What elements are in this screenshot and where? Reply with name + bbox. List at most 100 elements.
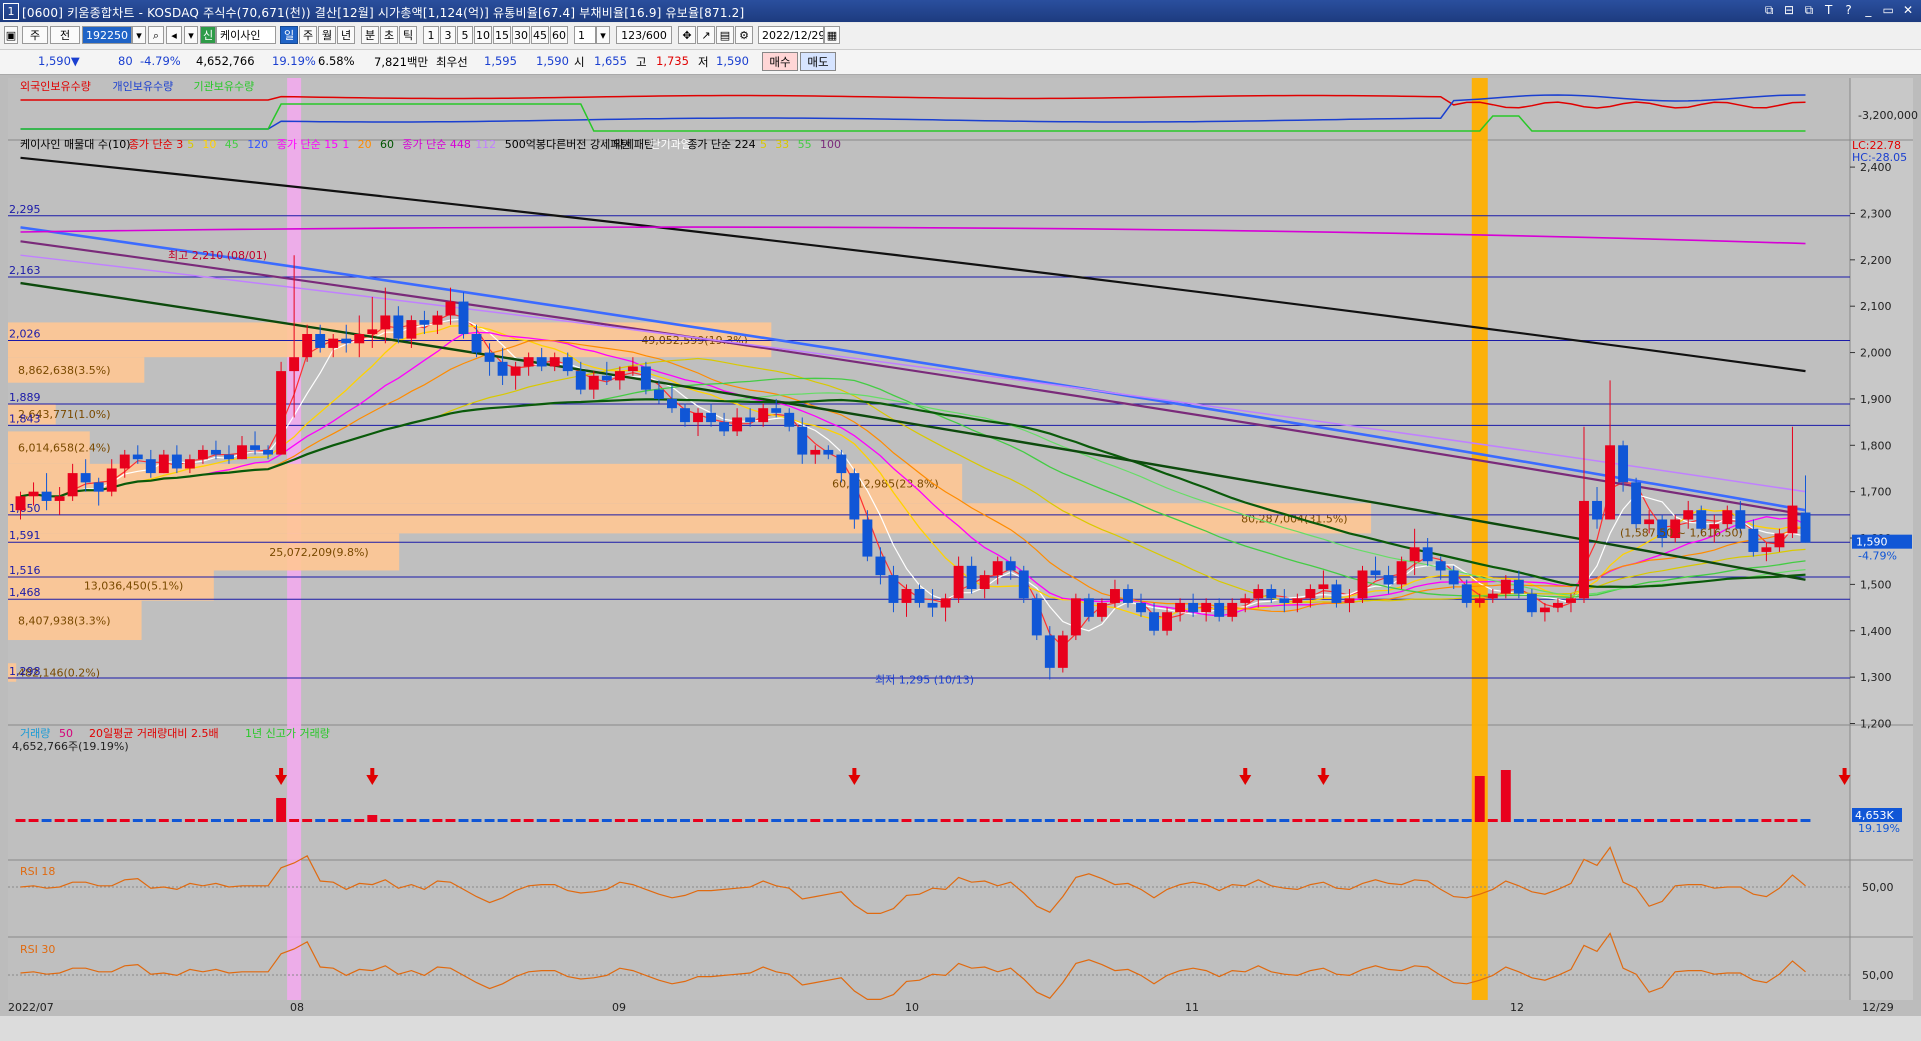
volume-bar xyxy=(484,819,495,822)
volume-bar xyxy=(458,819,469,822)
speaker-icon[interactable]: ◂ xyxy=(166,26,182,44)
interval-60[interactable]: 60 xyxy=(550,26,568,44)
volume-bar xyxy=(823,819,834,822)
search-icon[interactable]: ⌕ xyxy=(148,26,164,44)
period-day[interactable]: 일 xyxy=(280,26,298,44)
candle-body xyxy=(836,454,847,474)
volume-bar xyxy=(67,819,78,822)
font-icon[interactable]: T xyxy=(1822,3,1836,17)
legend-item: 종가 단순 224 xyxy=(687,138,755,151)
candle-body xyxy=(1305,589,1316,599)
settings-icon[interactable]: ⚙ xyxy=(735,26,753,44)
volume-bar xyxy=(1579,819,1589,822)
period-minute[interactable]: 분 xyxy=(361,26,379,44)
close-icon[interactable]: ✕ xyxy=(1901,3,1915,17)
volume-profile-label: 8,407,938(3.3%) xyxy=(18,614,111,627)
quote-amount: 7,821백만 xyxy=(374,55,429,69)
tool-arrow-icon[interactable]: ↗ xyxy=(697,26,715,44)
best-ask: 1,595 xyxy=(484,54,517,68)
interval-30[interactable]: 30 xyxy=(512,26,530,44)
low-value: 1,590 xyxy=(716,54,749,68)
volume-bar xyxy=(1083,819,1094,822)
tool-cross-icon[interactable]: ✥ xyxy=(678,26,696,44)
candle-body xyxy=(1357,570,1368,599)
candle-body xyxy=(536,357,547,367)
history-dropdown-icon[interactable]: ▾ xyxy=(184,26,198,44)
interval-3[interactable]: 3 xyxy=(440,26,456,44)
candle-body xyxy=(341,338,352,344)
candle-body xyxy=(354,334,365,344)
stock-chart[interactable]: 49,052,599(19.3%)8,862,638(3.5%)2,643,77… xyxy=(0,75,1921,1016)
period-select[interactable]: 주 xyxy=(22,26,48,44)
tile-icon[interactable]: ⧉ xyxy=(1762,3,1776,18)
volume-bar xyxy=(315,819,326,822)
period-year[interactable]: 년 xyxy=(337,26,355,44)
interval-1[interactable]: 1 xyxy=(423,26,439,44)
stock-code-input[interactable]: 192250 xyxy=(82,26,132,44)
candle-body xyxy=(1083,598,1094,617)
volume-bar xyxy=(1474,776,1485,822)
period-second[interactable]: 초 xyxy=(380,26,398,44)
period-week[interactable]: 주 xyxy=(299,26,317,44)
maximize-icon[interactable]: ▭ xyxy=(1881,3,1895,17)
holders-legend: 기관보유수량 xyxy=(194,80,255,93)
candle-body xyxy=(562,357,573,372)
volume-bar xyxy=(106,819,117,822)
rsi-label: RSI 18 xyxy=(20,865,55,878)
y-tick-label: 2,100 xyxy=(1860,300,1892,313)
period-month[interactable]: 월 xyxy=(318,26,336,44)
volume-bar xyxy=(732,819,743,822)
volume-bar xyxy=(1357,819,1368,822)
y-tick-label: 2,200 xyxy=(1860,254,1892,267)
interval-5[interactable]: 5 xyxy=(457,26,473,44)
candle-body xyxy=(862,519,873,557)
minimize-icon[interactable]: _ xyxy=(1861,3,1875,17)
volume-bar xyxy=(1657,819,1668,822)
volume-bar xyxy=(302,819,313,822)
chart-toolbar: ▣ 주 전 192250 ▾ ⌕ ◂ ▾ 신 케이사인 일 주 월 년 분 초 … xyxy=(0,23,1921,50)
layout-icon[interactable]: ⊟ xyxy=(1782,3,1796,17)
calendar-icon[interactable]: ▦ xyxy=(824,26,840,44)
volume-bar xyxy=(289,819,300,822)
interval-45[interactable]: 45 xyxy=(531,26,549,44)
help-icon[interactable]: ? xyxy=(1842,3,1856,17)
range-display[interactable]: 123/600 xyxy=(616,26,672,44)
panel-toggle-icon[interactable]: ▣ xyxy=(4,26,18,44)
volume-bar xyxy=(914,819,925,822)
volume-tag-pct: 19.19% xyxy=(1858,822,1900,835)
x-axis-label: 09 xyxy=(612,1001,626,1014)
code-dropdown-icon[interactable]: ▾ xyxy=(132,26,146,44)
save-icon[interactable]: ▤ xyxy=(716,26,734,44)
count-dropdown-icon[interactable]: ▾ xyxy=(596,26,610,44)
buy-button[interactable]: 매수 xyxy=(762,52,798,71)
candle-body xyxy=(1031,598,1042,636)
scroll-bar[interactable] xyxy=(0,1016,1921,1041)
interval-15[interactable]: 15 xyxy=(493,26,511,44)
candle-body xyxy=(1605,445,1616,520)
volume-bar xyxy=(1696,819,1707,822)
volume-bar xyxy=(862,819,873,822)
sell-button[interactable]: 매도 xyxy=(800,52,836,71)
quote-price: 1,590▼ xyxy=(38,54,80,68)
stock-name-field[interactable]: 케이사인 xyxy=(216,26,276,44)
legend-item: 500억봉다른버전 강세패턴 xyxy=(505,138,631,151)
volume-bar xyxy=(1552,819,1563,822)
candle-body xyxy=(823,449,834,455)
x-axis-label: 08 xyxy=(290,1001,304,1014)
count-input[interactable]: 1 xyxy=(574,26,596,44)
volume-bar xyxy=(1305,819,1316,822)
period-tick[interactable]: 틱 xyxy=(399,26,417,44)
candle-body xyxy=(315,334,326,348)
volume-bar xyxy=(901,819,912,822)
candle-body xyxy=(484,352,495,362)
candle-body xyxy=(1383,575,1394,585)
copy-icon[interactable]: ⧉ xyxy=(1802,3,1816,18)
prev-button[interactable]: 전 xyxy=(50,26,80,44)
volume-profile-label: 8,862,638(3.5%) xyxy=(18,364,111,377)
volume-bar xyxy=(1513,819,1524,822)
interval-10[interactable]: 10 xyxy=(474,26,492,44)
date-input[interactable]: 2022/12/29 xyxy=(758,26,824,44)
volume-bar xyxy=(54,819,65,822)
support-line-label: 1,843 xyxy=(9,412,41,425)
volume-spike-arrow-stem xyxy=(279,768,284,776)
